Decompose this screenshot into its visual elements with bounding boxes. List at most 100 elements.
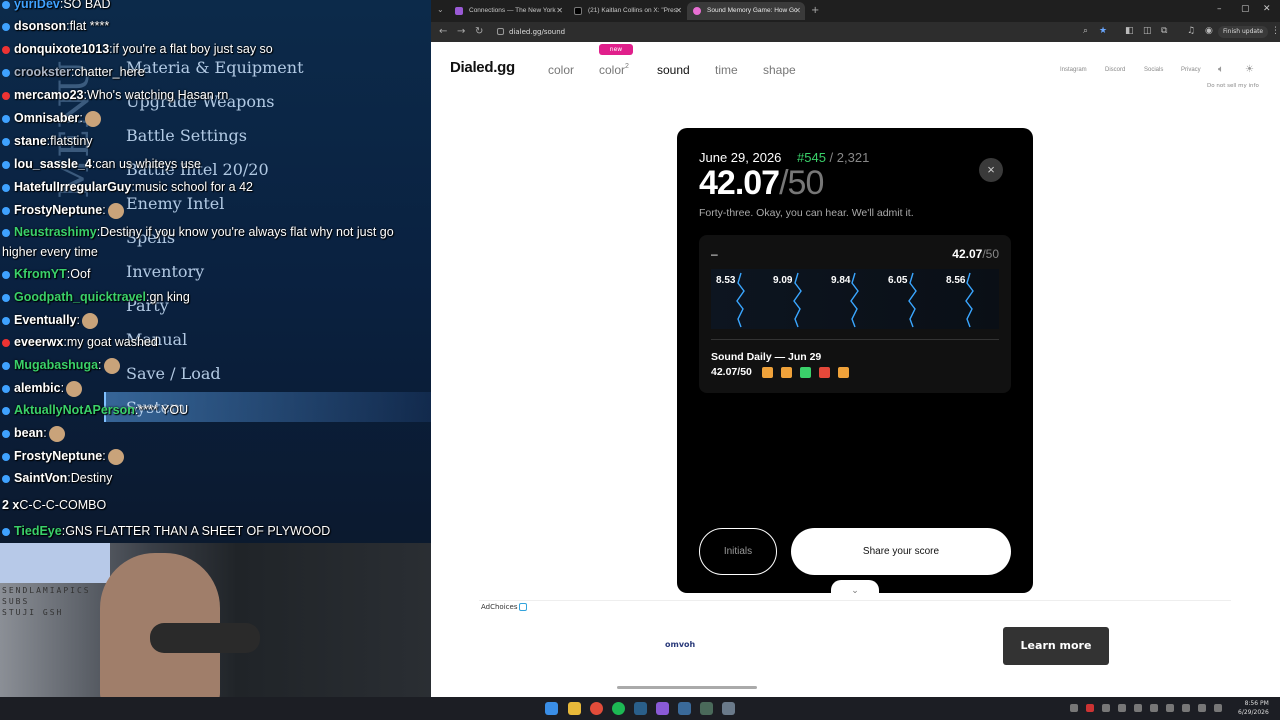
score-max: /50 [779,164,824,202]
settings-icon[interactable] [722,702,735,715]
back-icon[interactable]: ← [439,26,447,37]
chat-username[interactable]: Goodpath_quicktravel [14,290,146,304]
app-icon[interactable] [656,702,669,715]
share-score-button[interactable]: Share your score [791,528,1011,575]
file-explorer-icon[interactable] [568,702,581,715]
browser-tab[interactable]: (21) Kaitlan Collins on X: "Pres ✕ [568,2,686,20]
link-privacy[interactable]: Privacy [1181,67,1201,73]
link-instagram[interactable]: Instagram [1060,67,1087,73]
chat-username[interactable]: KfromYT [14,267,67,281]
nav-shape[interactable]: shape [763,63,796,77]
close-tab-icon[interactable]: ✕ [675,6,682,15]
profile-icon[interactable]: ◉ [1205,26,1215,36]
chat-username[interactable]: HatefulIrregularGuy [14,180,131,194]
wifi-icon[interactable] [1214,704,1222,712]
chat-username[interactable]: FrostyNeptune [14,449,102,463]
chat-username[interactable]: Mugabashuga [14,358,98,372]
chat-text: flatstiny [50,134,93,148]
tray-icon[interactable] [1150,704,1158,712]
chat-username[interactable]: donquixote1013 [14,42,109,56]
chat-username[interactable]: mercamo23 [14,88,84,102]
adchoices-link[interactable]: AdChoices [481,603,528,611]
learn-more-button[interactable]: Learn more [1003,627,1109,665]
more-menu-icon[interactable]: ⋮ [1271,26,1280,36]
close-tab-icon[interactable]: ✕ [794,6,801,15]
url-field[interactable]: dialed.gg/sound [495,25,1075,39]
browser-tab[interactable]: Connections — The New York ✕ [449,2,567,20]
chat-message: FrostyNeptune: [2,446,430,466]
chat-username[interactable]: stane [14,134,47,148]
emote-icon [82,312,99,329]
microphone [150,623,260,653]
horizontal-scrollbar[interactable] [617,686,757,689]
bookmark-star-icon[interactable]: ★ [1099,26,1109,36]
tray-icon[interactable] [1182,704,1190,712]
tray-icon[interactable] [1118,704,1126,712]
nav-color[interactable]: color [548,63,574,77]
app-icon[interactable] [678,702,691,715]
do-not-sell-link[interactable]: Do not sell my info [1207,83,1259,89]
chrome-icon[interactable] [590,702,603,715]
chat-username[interactable]: Omnisaber [14,111,79,125]
tray-icon[interactable] [1086,704,1094,712]
link-discord[interactable]: Discord [1105,67,1125,73]
favicon-icon [693,7,701,15]
chat-username[interactable]: AktuallyNotAPerson [14,403,135,417]
chat-username[interactable]: yuriDev [14,0,60,11]
chat-username[interactable]: bean [14,426,43,440]
tray-icon[interactable] [1102,704,1110,712]
tray-icon[interactable] [1134,704,1142,712]
extensions-puzzle-icon[interactable]: ⧉ [1161,26,1171,36]
adchoices-label: AdChoices [481,603,518,611]
finish-update-button[interactable]: Finish update [1218,26,1268,38]
chat-username[interactable]: lou_sassle_4 [14,157,92,171]
badge-icon [2,0,10,9]
chat-username[interactable]: crookster [14,65,71,79]
clock[interactable]: 8:56 PM 6/29/2026 [1238,699,1269,717]
chat-username[interactable]: eveerwx [14,335,63,349]
link-socials[interactable]: Socials [1144,67,1163,73]
chat-username[interactable]: SaintVon [14,471,67,485]
maximize-icon[interactable]: ▢ [1241,4,1250,14]
nav-sound[interactable]: sound [657,63,690,77]
minimize-icon[interactable]: – [1217,4,1222,14]
chat-username[interactable]: dsonson [14,19,66,33]
speaker-icon[interactable]: 🔈︎ [1218,64,1224,75]
windows-start-icon[interactable] [545,702,558,715]
site-logo[interactable]: Dialed.gg [450,59,515,76]
nav-time[interactable]: time [715,63,738,77]
ad-logo[interactable]: omvoh [665,640,695,649]
extension-icon[interactable]: ◫ [1143,26,1153,36]
theme-toggle-icon[interactable]: ☀︎ [1245,64,1254,75]
chat-username[interactable]: Neustrashimy [14,225,97,239]
steam-icon[interactable] [634,702,647,715]
chat-username[interactable]: alembic [14,381,61,395]
tray-icon[interactable] [1166,704,1174,712]
spotify-icon[interactable] [612,702,625,715]
chat-username[interactable]: Eventually [14,313,77,327]
chat-username[interactable]: FrostyNeptune [14,203,102,217]
chat-username[interactable]: 2 x [2,498,19,512]
new-tab-button[interactable]: + [811,5,819,16]
badge-icon [2,114,10,123]
chat-message: Neustrashimy:Destiny if you know you're … [2,222,430,262]
close-window-icon[interactable]: ✕ [1263,4,1271,14]
media-icon[interactable]: ♫ [1187,26,1197,36]
browser-tab-active[interactable]: Sound Memory Game: How Go ✕ [687,2,805,20]
extension-icon[interactable]: ◧ [1125,26,1135,36]
tab-menu-icon[interactable]: ⌄ [437,5,444,14]
initials-button[interactable]: Initials [699,528,777,575]
reload-icon[interactable]: ↻ [475,26,483,37]
tray-icon[interactable] [1198,704,1206,712]
site-info-icon[interactable] [497,28,504,35]
nav-color2[interactable]: color2 [599,63,629,77]
search-icon[interactable]: ⌕ [1083,26,1093,36]
chat-message: yuriDev:SO BAD [2,0,430,14]
chevron-down-icon[interactable]: ⌄ [831,580,879,600]
close-tab-icon[interactable]: ✕ [556,6,563,15]
forward-icon[interactable]: → [457,26,465,37]
tray-icon[interactable] [1070,704,1078,712]
close-icon[interactable]: × [979,158,1003,182]
app-icon[interactable] [700,702,713,715]
chat-username[interactable]: TiedEye [14,524,62,538]
